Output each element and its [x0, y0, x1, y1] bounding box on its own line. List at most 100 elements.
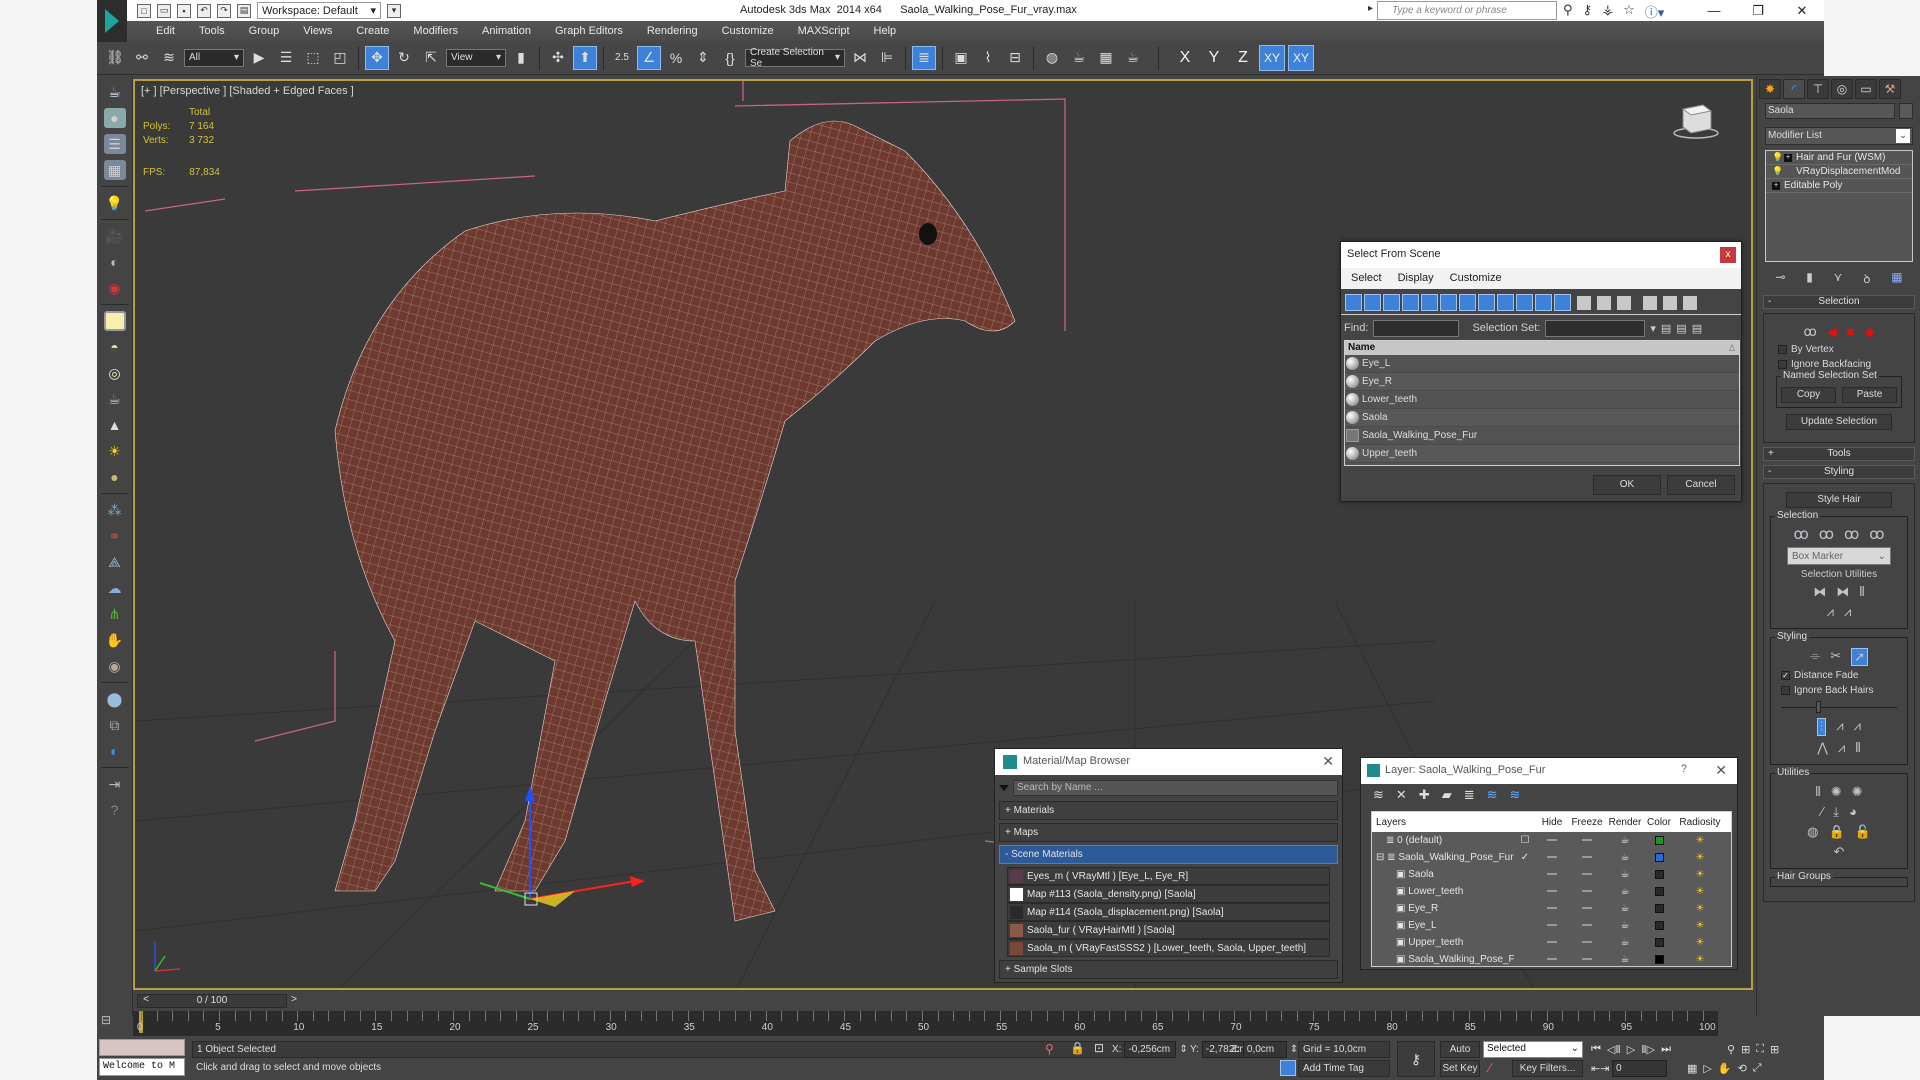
window-crossing-icon[interactable]: ◰	[328, 46, 352, 70]
select-tool-icon[interactable]: ➚	[1851, 648, 1869, 666]
filter-lights-icon[interactable]	[1383, 294, 1400, 311]
cone-light-icon[interactable]: ▲	[104, 415, 126, 435]
guides-icon[interactable]: ꝏ	[1803, 324, 1816, 340]
active-layer-toggle[interactable]: ☐	[1514, 835, 1536, 846]
freeze-toggle[interactable]	[1568, 920, 1606, 931]
radiosity-toggle[interactable]: ☀	[1674, 869, 1726, 880]
panel-grid-icon[interactable]: ▦	[103, 160, 126, 180]
expand-selection-icon[interactable]: ⫴	[1859, 584, 1864, 600]
metaball-icon[interactable]: ⚭	[104, 526, 126, 546]
mini-curve-editor-icon[interactable]: ⊟	[101, 1013, 111, 1027]
scene-material-item[interactable]: Saola_fur ( VRayHairMtl ) [Saola]	[1007, 921, 1330, 939]
filter-cameras-icon[interactable]	[1402, 294, 1419, 311]
viewcube-icon[interactable]	[1671, 99, 1721, 139]
cloud-icon[interactable]: ☁	[104, 578, 126, 598]
undo-icon[interactable]: ↶	[197, 3, 211, 18]
add-to-layer-icon[interactable]: ✚	[1419, 787, 1430, 803]
scale-hair-icon[interactable]: ⫴	[1855, 740, 1860, 756]
category-scene-materials[interactable]: - Scene Materials	[999, 845, 1338, 864]
radiosity-toggle[interactable]: ☀	[1674, 937, 1726, 948]
scene-material-item[interactable]: Eyes_m ( VRayMtl ) [Eye_L, Eye_R]	[1007, 867, 1330, 885]
light-bulb-icon[interactable]: 💡	[1772, 166, 1783, 177]
app-menu-button[interactable]	[97, 0, 127, 42]
radiosity-toggle[interactable]: ☀	[1674, 903, 1726, 914]
maxscript-listener-mini[interactable]	[99, 1039, 185, 1056]
selection-lock-icon[interactable]: 🔒	[1070, 1041, 1085, 1055]
hair-cut-icon[interactable]: ✂	[1830, 648, 1841, 666]
selection-rollout-header[interactable]: - Selection	[1763, 295, 1915, 309]
menu-graph-editors[interactable]: Graph Editors	[543, 25, 635, 37]
redo-icon[interactable]: ↷	[217, 3, 231, 18]
disc-light-icon[interactable]: ◎	[104, 363, 126, 383]
element-icon[interactable]: ◆	[1865, 324, 1875, 340]
orbit-icon[interactable]: ⟲	[1738, 1062, 1747, 1075]
chevron-down-icon[interactable]: ▾	[1650, 322, 1656, 335]
layer-row[interactable]: ≣ 0 (default) ☐ ☕ ☀	[1372, 832, 1731, 849]
select-invert-icon[interactable]	[1617, 295, 1631, 310]
find-input[interactable]	[1373, 319, 1460, 337]
ox-icon[interactable]: ◉	[104, 656, 126, 676]
by-vertex-checkbox[interactable]: By Vertex	[1778, 344, 1900, 355]
binoculars-icon[interactable]: ⚲	[1563, 2, 1573, 21]
customize-qat-icon[interactable]: ▾	[387, 3, 401, 18]
dialog-title-bar[interactable]: Select From Scene x	[1341, 242, 1741, 268]
menu-customize[interactable]: Customize	[1450, 272, 1502, 285]
select-children-icon[interactable]: ▤	[1661, 322, 1671, 335]
project-folder-icon[interactable]: ▤	[237, 3, 251, 18]
remove-modifier-icon[interactable]: ꝺ	[1863, 270, 1870, 287]
track-bar[interactable]: 0 5 10 15 20 25 30 35 40 45 50 55 60 65 70 75 80 85 90 95 10…	[133, 1011, 1718, 1036]
col-render[interactable]: Render	[1606, 817, 1644, 828]
axis-xy-button[interactable]: XY	[1259, 44, 1285, 71]
selection-set-dropdown[interactable]	[1545, 319, 1646, 337]
next-frame-icon[interactable]: Ⅱ▷	[1641, 1043, 1655, 1056]
z-input[interactable]: 0,0cm	[1242, 1041, 1287, 1058]
modifier-stack-item[interactable]: 💡 VRayDisplacementMod	[1766, 165, 1912, 179]
play-icon[interactable]: ▷	[1627, 1043, 1635, 1056]
time-tag-icon[interactable]	[1280, 1060, 1296, 1076]
modify-tab-icon[interactable]: ◜	[1783, 79, 1805, 99]
import-icon[interactable]: ⇥	[104, 774, 126, 794]
make-unique-icon[interactable]: ⋎	[1834, 270, 1843, 287]
key-mode-toggle-icon[interactable]: ⇤⇥	[1591, 1062, 1609, 1075]
render-toggle[interactable]: ☕	[1606, 954, 1644, 965]
active-layer-toggle[interactable]: ✓	[1514, 852, 1536, 863]
freeze-toggle[interactable]	[1568, 869, 1606, 880]
rotate-selection-icon[interactable]: ⧓	[1836, 584, 1849, 600]
menu-animation[interactable]: Animation	[470, 25, 543, 37]
radiosity-toggle[interactable]: ☀	[1674, 886, 1726, 897]
select-all-icon[interactable]	[1577, 295, 1591, 310]
search-by-name-input[interactable]: Search by Name ...	[1013, 780, 1338, 796]
display-children-icon[interactable]	[1663, 295, 1677, 310]
display-influences-icon[interactable]	[1683, 295, 1697, 310]
vray-sphere-icon[interactable]: ◐	[104, 741, 126, 761]
add-time-tag-button[interactable]: Add Time Tag	[1298, 1060, 1390, 1077]
render-setup-icon[interactable]: ☕	[1067, 46, 1091, 70]
sphere-icon[interactable]: ⬤	[104, 689, 126, 709]
axis-z-button[interactable]: Z	[1230, 49, 1256, 67]
category-maps[interactable]: + Maps	[999, 823, 1338, 842]
layer-row[interactable]: ▣ Upper_teeth ☕ ☀	[1372, 934, 1731, 951]
freeze-toggle[interactable]	[1568, 954, 1606, 965]
proxy-icon[interactable]: ⧉	[104, 715, 126, 735]
hierarchy-tab-icon[interactable]: ⊤	[1807, 79, 1829, 99]
show-hidden-icon[interactable]: ⩘	[1844, 604, 1851, 620]
select-move-icon[interactable]: ✥	[365, 45, 389, 70]
layer-color-swatch[interactable]	[1644, 937, 1674, 948]
new-file-icon[interactable]: □	[137, 3, 151, 18]
menu-modifiers[interactable]: Modifiers	[401, 25, 470, 37]
object-list-row[interactable]: Eye_R	[1345, 373, 1739, 391]
time-slider[interactable]: < 0 / 100 >	[137, 994, 297, 1008]
menu-rendering[interactable]: Rendering	[635, 25, 710, 37]
render-toggle[interactable]: ☕	[1606, 886, 1644, 897]
selection-filter-dropdown[interactable]: All ▾	[184, 48, 244, 67]
object-list-row[interactable]: Lower_teeth	[1345, 391, 1739, 409]
layer-row[interactable]: ▣ Eye_R ☕ ☀	[1372, 900, 1731, 917]
paste-button[interactable]: Paste	[1842, 387, 1897, 403]
infocenter-search-input[interactable]: Type a keyword or phrase	[1368, 1, 1557, 20]
invert-selection-icon[interactable]: ⧓	[1813, 584, 1826, 600]
next-frame-arrow-icon[interactable]: >	[288, 994, 300, 1006]
select-objects-icon[interactable]: ▰	[1442, 787, 1452, 803]
filter-bones-icon[interactable]	[1497, 294, 1514, 311]
menu-select[interactable]: Select	[1351, 272, 1382, 285]
workspace-dropdown[interactable]: Workspace: Default ▾	[257, 2, 381, 19]
